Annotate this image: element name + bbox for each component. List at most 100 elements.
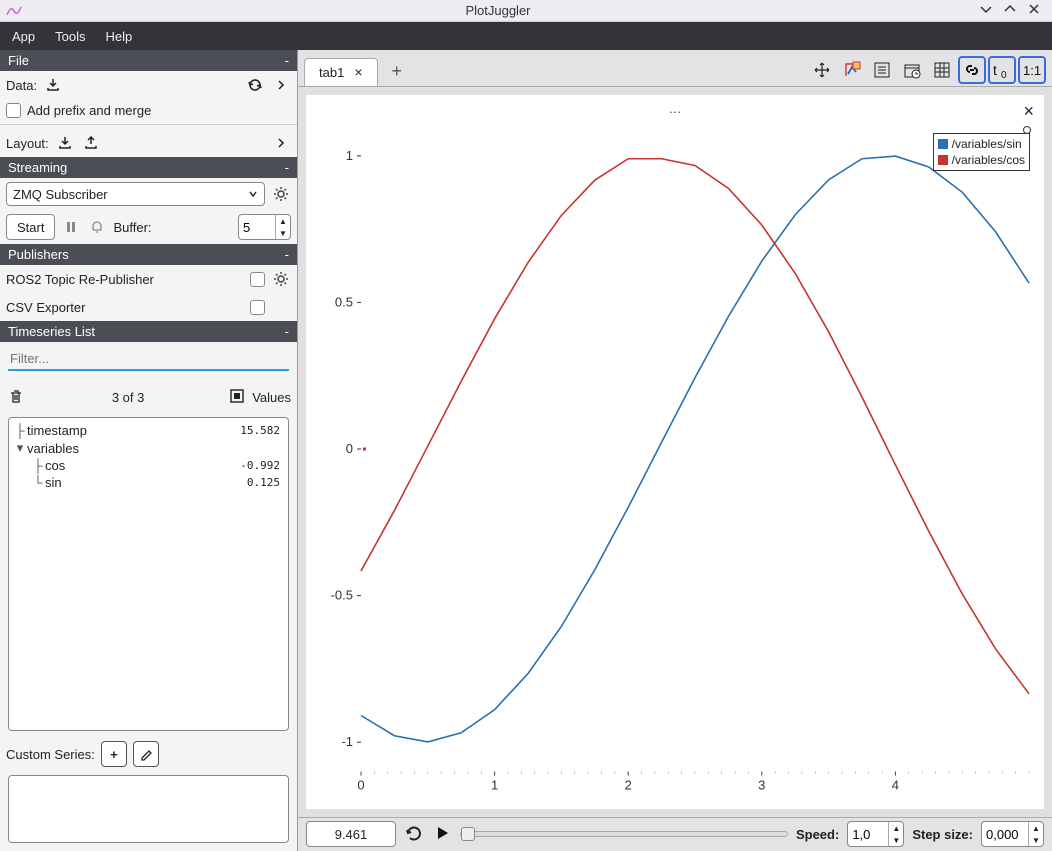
- step-field[interactable]: ▲▼: [981, 821, 1044, 847]
- chart-canvas[interactable]: -1-0.500.5101234: [306, 95, 1044, 809]
- edit-custom-series-button[interactable]: [133, 741, 159, 767]
- export-layout-icon[interactable]: [81, 133, 101, 153]
- file-section-label: File: [8, 53, 29, 68]
- custom-series-label: Custom Series:: [6, 747, 95, 762]
- tree-item-variables[interactable]: ▾ variables: [13, 439, 284, 457]
- csv-exporter-checkbox[interactable]: [250, 300, 265, 315]
- chevron-right-icon-2[interactable]: [271, 133, 291, 153]
- menu-app[interactable]: App: [4, 25, 43, 48]
- tree-item-sin[interactable]: └ sin 0.125: [13, 474, 284, 491]
- plot-legend[interactable]: /variables/sin /variables/cos: [933, 133, 1030, 171]
- time-display[interactable]: 9.461: [306, 821, 396, 847]
- buffer-field[interactable]: ▲▼: [238, 214, 291, 240]
- speed-input[interactable]: [848, 827, 888, 842]
- ros2-publisher-label: ROS2 Topic Re-Publisher: [6, 272, 154, 287]
- buffer-down-icon[interactable]: ▼: [276, 227, 290, 239]
- sidebar: File - Data: Add prefix and merge Layout…: [0, 50, 298, 851]
- file-section-header[interactable]: File -: [0, 50, 297, 71]
- tree-branch-icon: ├: [13, 423, 27, 438]
- add-prefix-checkbox[interactable]: [6, 103, 21, 118]
- values-column-icon[interactable]: [230, 389, 244, 406]
- step-input[interactable]: [982, 827, 1028, 842]
- ros2-publisher-settings-icon[interactable]: [271, 269, 291, 289]
- link-axes-icon[interactable]: [958, 56, 986, 84]
- speed-up-icon[interactable]: ▲: [889, 822, 903, 834]
- speed-field[interactable]: ▲▼: [847, 821, 904, 847]
- publishers-section-header[interactable]: Publishers -: [0, 244, 297, 265]
- tab-close-icon[interactable]: ×: [354, 64, 362, 80]
- svg-text:t: t: [993, 62, 997, 78]
- ros2-publisher-checkbox[interactable]: [250, 272, 265, 287]
- svg-text:-0.5: -0.5: [331, 587, 353, 602]
- play-icon[interactable]: [432, 823, 452, 846]
- plot-close-icon[interactable]: ×: [1023, 101, 1034, 122]
- svg-text:-1: -1: [341, 734, 353, 749]
- maximize-icon[interactable]: [998, 2, 1022, 19]
- publishers-section-label: Publishers: [8, 247, 69, 262]
- add-custom-series-button[interactable]: +: [101, 741, 127, 767]
- start-stream-button[interactable]: Start: [6, 214, 55, 240]
- tree-label-timestamp: timestamp: [27, 423, 87, 438]
- pan-tool-icon[interactable]: [808, 56, 836, 84]
- series-count: 3 of 3: [112, 390, 145, 405]
- tree-value-sin: 0.125: [247, 476, 284, 489]
- time-range-tool-icon[interactable]: [898, 56, 926, 84]
- collapse-file-icon[interactable]: -: [285, 53, 289, 68]
- collapse-publishers-icon[interactable]: -: [285, 247, 289, 262]
- tree-branch-icon: ├: [31, 458, 45, 473]
- streaming-settings-icon[interactable]: [271, 184, 291, 204]
- svg-text:1: 1: [346, 147, 353, 162]
- minimize-icon[interactable]: [974, 2, 998, 19]
- tab-tab1[interactable]: tab1 ×: [304, 58, 378, 86]
- tree-item-cos[interactable]: ├ cos -0.992: [13, 457, 284, 474]
- tree-expand-icon[interactable]: ▾: [13, 440, 27, 456]
- import-data-icon[interactable]: [43, 75, 63, 95]
- plot-panel[interactable]: … × /variables/sin /variables/cos -1 -0.5…: [306, 95, 1044, 809]
- step-up-icon[interactable]: ▲: [1029, 822, 1043, 834]
- tree-value-timestamp: 15.582: [240, 424, 284, 437]
- speed-down-icon[interactable]: ▼: [889, 834, 903, 846]
- menu-tools[interactable]: Tools: [47, 25, 93, 48]
- zoom-region-icon[interactable]: [838, 56, 866, 84]
- tree-value-cos: -0.992: [240, 459, 284, 472]
- tree-branch-icon: └: [31, 475, 45, 490]
- streaming-source-value: ZMQ Subscriber: [13, 187, 108, 202]
- buffer-input[interactable]: [239, 220, 275, 235]
- loop-icon[interactable]: [404, 823, 424, 846]
- menu-help[interactable]: Help: [98, 25, 141, 48]
- aspect-1to1-icon[interactable]: 1:1: [1018, 56, 1046, 84]
- delete-series-icon[interactable]: [6, 387, 26, 407]
- collapse-streaming-icon[interactable]: -: [285, 160, 289, 175]
- svg-text:3: 3: [758, 777, 765, 792]
- grid-tool-icon[interactable]: [928, 56, 956, 84]
- svg-text:0: 0: [357, 777, 364, 792]
- buffer-up-icon[interactable]: ▲: [276, 215, 290, 227]
- chevron-right-icon[interactable]: [271, 75, 291, 95]
- plot-menu-icon[interactable]: …: [669, 101, 682, 116]
- svg-text:0: 0: [346, 441, 353, 456]
- step-down-icon[interactable]: ▼: [1029, 834, 1043, 846]
- start-button-label: Start: [17, 220, 44, 235]
- streaming-source-select[interactable]: ZMQ Subscriber: [6, 182, 265, 206]
- svg-text:2: 2: [625, 777, 632, 792]
- legend-tool-icon[interactable]: [868, 56, 896, 84]
- notification-icon[interactable]: [87, 217, 107, 237]
- t0-offset-icon[interactable]: t0: [988, 56, 1016, 84]
- collapse-timeseries-icon[interactable]: -: [285, 324, 289, 339]
- time-slider[interactable]: [460, 831, 788, 837]
- time-value: 9.461: [335, 827, 368, 842]
- pause-icon[interactable]: [61, 217, 81, 237]
- close-window-icon[interactable]: [1022, 2, 1046, 19]
- add-tab-button[interactable]: +: [392, 61, 403, 86]
- tree-item-timestamp[interactable]: ├ timestamp 15.582: [13, 422, 284, 439]
- streaming-section-header[interactable]: Streaming -: [0, 157, 297, 178]
- svg-text:1: 1: [491, 777, 498, 792]
- tab-label: tab1: [319, 65, 344, 80]
- slider-thumb[interactable]: [461, 827, 475, 841]
- custom-series-list[interactable]: [8, 775, 289, 843]
- timeseries-tree[interactable]: ├ timestamp 15.582 ▾ variables ├ cos -0.…: [8, 417, 289, 731]
- timeseries-section-header[interactable]: Timeseries List -: [0, 321, 297, 342]
- reload-data-icon[interactable]: [245, 75, 265, 95]
- filter-input[interactable]: [8, 348, 289, 371]
- import-layout-icon[interactable]: [55, 133, 75, 153]
